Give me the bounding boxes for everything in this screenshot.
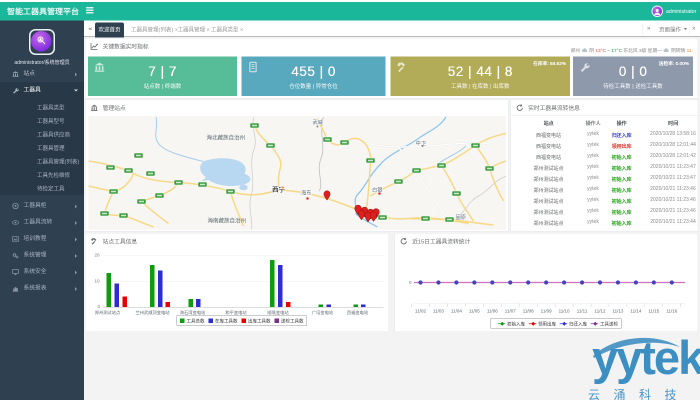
svg-text:11/06: 11/06 — [487, 309, 498, 314]
svg-text:0: 0 — [409, 280, 412, 285]
svg-text:海东: 海东 — [301, 189, 312, 197]
svg-text:11/07: 11/07 — [505, 309, 516, 314]
svg-text:11/14: 11/14 — [630, 309, 641, 314]
svg-text:11/08: 11/08 — [523, 309, 534, 314]
svg-text:11/10: 11/10 — [559, 309, 570, 314]
svg-text:武威: 武威 — [313, 118, 324, 126]
svg-text:11/09: 11/09 — [541, 309, 552, 314]
svg-text:11/05: 11/05 — [469, 309, 480, 314]
svg-text:11/13: 11/13 — [612, 309, 623, 314]
svg-text:白银: 白银 — [372, 186, 383, 194]
svg-text:11/04: 11/04 — [451, 309, 462, 314]
svg-text:11/03: 11/03 — [433, 309, 444, 314]
svg-text:11/15: 11/15 — [648, 309, 659, 314]
svg-text:11/02: 11/02 — [415, 309, 426, 314]
svg-text:固原: 固原 — [456, 213, 467, 221]
svg-text:海南藏族自治州: 海南藏族自治州 — [208, 217, 247, 225]
svg-text:11/16: 11/16 — [666, 309, 677, 314]
svg-text:中卫: 中卫 — [416, 139, 427, 147]
svg-text:11/12: 11/12 — [595, 309, 606, 314]
svg-text:海北藏族自治州: 海北藏族自治州 — [207, 134, 246, 142]
svg-text:11/11: 11/11 — [577, 309, 588, 314]
